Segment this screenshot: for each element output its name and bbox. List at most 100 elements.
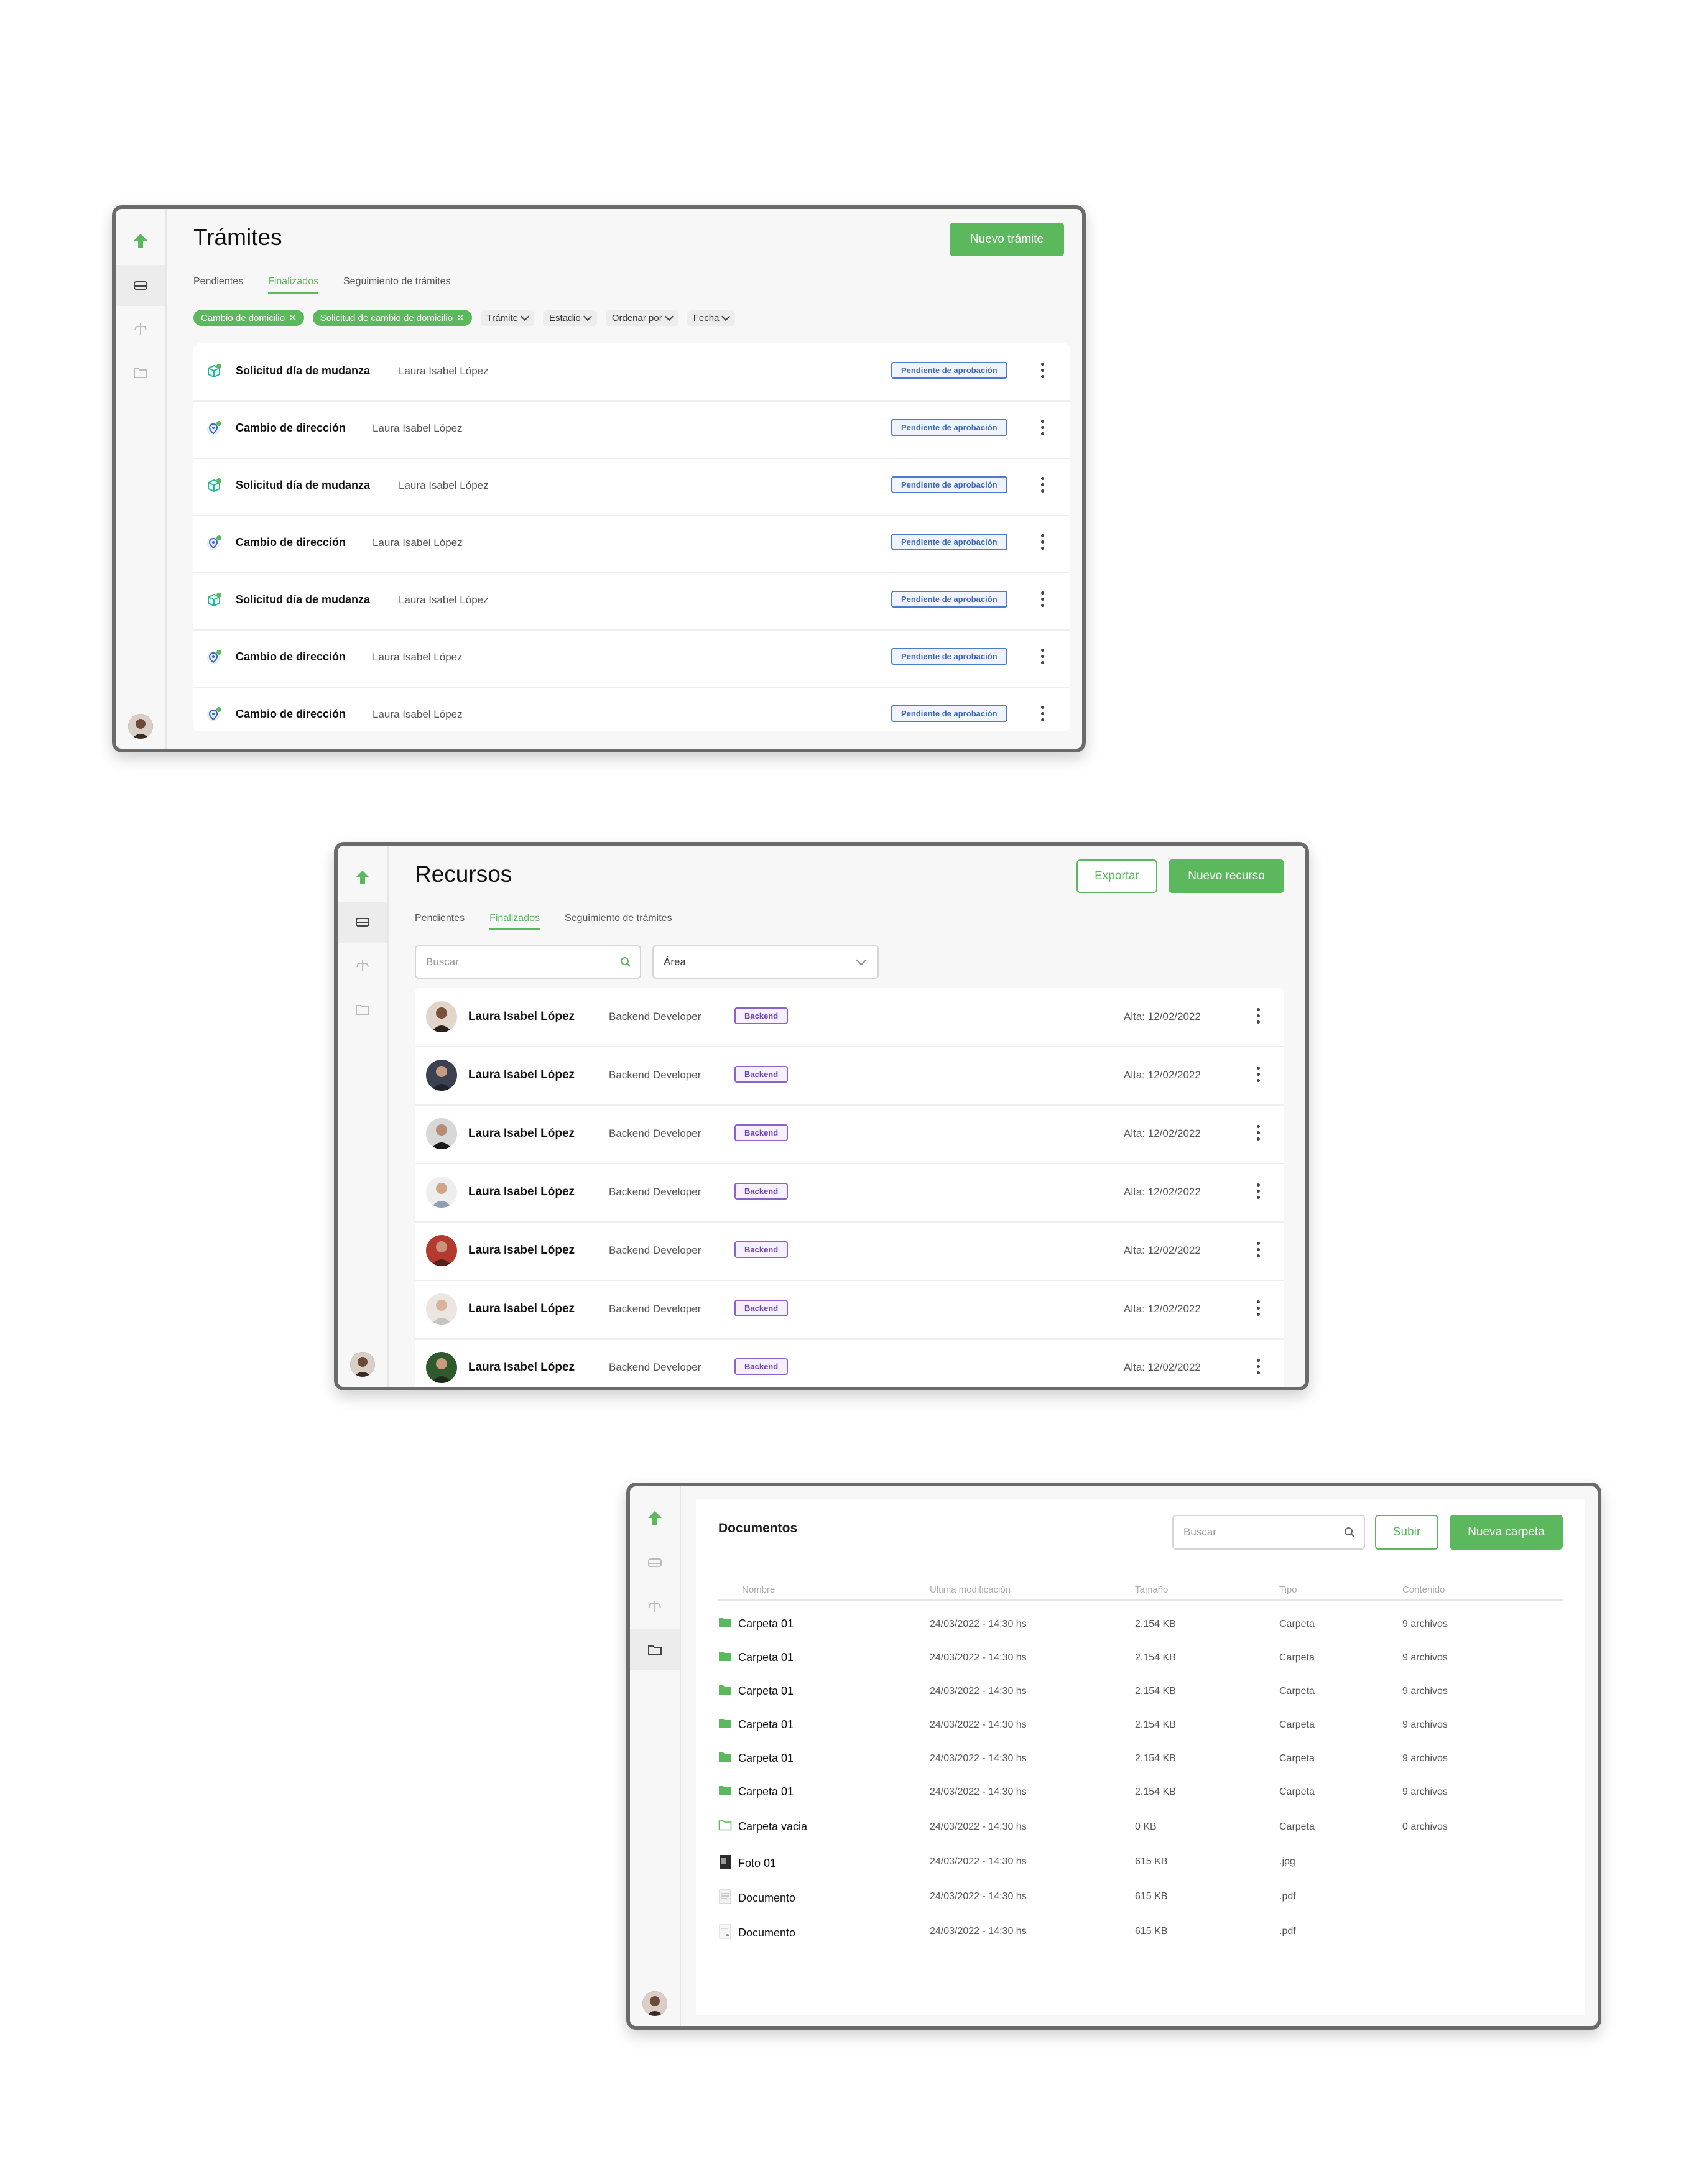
list-item[interactable]: Laura Isabel López Backend Developer Bac… bbox=[415, 1338, 1284, 1387]
resource-role: Backend Developer bbox=[609, 1361, 701, 1373]
sidebar-item-tramites[interactable] bbox=[338, 902, 387, 943]
table-row[interactable]: Carpeta 01 24/03/2022 - 14:30 hs 2.154 K… bbox=[718, 1607, 1563, 1640]
sidebar-item-documentos[interactable] bbox=[630, 1629, 680, 1670]
filter-dropdown[interactable]: Estadío bbox=[542, 310, 597, 326]
avatar bbox=[426, 1352, 457, 1383]
logo-icon[interactable] bbox=[116, 220, 165, 261]
tab-finalizados[interactable]: Finalizados bbox=[489, 913, 540, 930]
table-row[interactable]: Carpeta 01 24/03/2022 - 14:30 hs 2.154 K… bbox=[718, 1640, 1563, 1674]
new-recurso-button[interactable]: Nuevo recurso bbox=[1169, 859, 1284, 893]
new-folder-button[interactable]: Nueva carpeta bbox=[1450, 1515, 1563, 1550]
list-item[interactable]: Solicitud día de mudanza Laura Isabel Ló… bbox=[193, 572, 1070, 631]
file-name: Carpeta 01 bbox=[738, 1685, 794, 1697]
sidebar bbox=[116, 209, 167, 749]
more-icon[interactable] bbox=[1041, 363, 1045, 378]
list-item[interactable]: Laura Isabel López Backend Developer Bac… bbox=[415, 1163, 1284, 1223]
list-item[interactable]: Laura Isabel López Backend Developer Bac… bbox=[415, 1221, 1284, 1281]
search-input[interactable]: Buscar bbox=[415, 945, 641, 979]
chevron-down-icon bbox=[664, 312, 674, 322]
close-icon[interactable]: ✕ bbox=[456, 312, 465, 323]
sidebar-item-recursos[interactable] bbox=[338, 945, 387, 986]
file-name-cell: Foto 01 bbox=[718, 1854, 776, 1872]
tramite-name: Cambio de dirección bbox=[236, 708, 346, 720]
list-item[interactable]: Cambio de dirección Laura Isabel López P… bbox=[193, 629, 1070, 688]
sidebar-item-documentos[interactable] bbox=[338, 989, 387, 1030]
close-icon[interactable]: ✕ bbox=[289, 312, 297, 323]
filter-chip[interactable]: Solicitud de cambio de domicilio ✕ bbox=[312, 310, 472, 326]
more-icon[interactable] bbox=[1041, 534, 1045, 550]
resource-name: Laura Isabel López bbox=[468, 1185, 575, 1198]
list-item[interactable]: Laura Isabel López Backend Developer Bac… bbox=[415, 988, 1284, 1047]
column-header-size[interactable]: Tamaño bbox=[1135, 1585, 1168, 1595]
table-row[interactable]: Carpeta vacia 24/03/2022 - 14:30 hs 0 KB… bbox=[718, 1810, 1563, 1843]
document-file-icon bbox=[718, 1924, 732, 1942]
sidebar-item-recursos[interactable] bbox=[630, 1586, 680, 1627]
list-item[interactable]: Solicitud día de mudanza Laura Isabel Ló… bbox=[193, 343, 1070, 402]
column-header-modified[interactable]: Ultima modificación bbox=[930, 1585, 1011, 1595]
more-icon[interactable] bbox=[1257, 1008, 1261, 1024]
filter-dropdown[interactable]: Trámite bbox=[480, 310, 534, 326]
tramite-name: Solicitud día de mudanza bbox=[236, 479, 371, 491]
size-cell: 2.154 KB bbox=[1135, 1652, 1176, 1663]
sidebar-item-documentos[interactable] bbox=[116, 352, 165, 393]
more-icon[interactable] bbox=[1257, 1125, 1261, 1141]
tab-finalizados[interactable]: Finalizados bbox=[268, 276, 318, 294]
list-item[interactable]: Cambio de dirección Laura Isabel López P… bbox=[193, 400, 1070, 459]
export-button[interactable]: Exportar bbox=[1076, 859, 1157, 893]
more-icon[interactable] bbox=[1257, 1300, 1261, 1316]
avatar[interactable] bbox=[350, 1352, 375, 1377]
list-item[interactable]: Solicitud día de mudanza Laura Isabel Ló… bbox=[193, 458, 1070, 516]
table-row[interactable]: Carpeta 01 24/03/2022 - 14:30 hs 2.154 K… bbox=[718, 1674, 1563, 1708]
search-input[interactable]: Buscar bbox=[1172, 1515, 1365, 1550]
column-header-content[interactable]: Contenido bbox=[1402, 1585, 1445, 1595]
table-row[interactable]: Carpeta 01 24/03/2022 - 14:30 hs 2.154 K… bbox=[718, 1708, 1563, 1741]
logo-icon[interactable] bbox=[630, 1497, 680, 1539]
sidebar-item-tramites[interactable] bbox=[116, 265, 165, 306]
more-icon[interactable] bbox=[1041, 477, 1045, 493]
list-item[interactable]: Laura Isabel López Backend Developer Bac… bbox=[415, 1104, 1284, 1164]
table-row[interactable]: Documento 24/03/2022 - 14:30 hs 615 KB .… bbox=[718, 1879, 1563, 1913]
resource-role: Backend Developer bbox=[609, 1244, 701, 1256]
column-header-type[interactable]: Tipo bbox=[1279, 1585, 1297, 1595]
new-tramite-button[interactable]: Nuevo trámite bbox=[950, 223, 1064, 256]
avatar[interactable] bbox=[128, 714, 153, 739]
list-item[interactable]: Laura Isabel López Backend Developer Bac… bbox=[415, 1280, 1284, 1340]
search-icon bbox=[620, 956, 631, 971]
list-item[interactable]: Laura Isabel López Backend Developer Bac… bbox=[415, 1046, 1284, 1106]
filter-dropdown[interactable]: Fecha bbox=[687, 310, 736, 326]
tab-pendientes[interactable]: Pendientes bbox=[415, 913, 465, 930]
more-icon[interactable] bbox=[1257, 1067, 1261, 1082]
more-icon[interactable] bbox=[1041, 649, 1045, 664]
sidebar-item-tramites[interactable] bbox=[630, 1542, 680, 1583]
logo-icon[interactable] bbox=[338, 857, 387, 898]
more-icon[interactable] bbox=[1041, 591, 1045, 607]
size-cell: 2.154 KB bbox=[1135, 1787, 1176, 1797]
area-select[interactable]: Área bbox=[652, 945, 879, 979]
filter-dropdown[interactable]: Ordenar por bbox=[605, 310, 678, 326]
date-label: Alta: 12/02/2022 bbox=[1124, 1186, 1201, 1198]
resource-name: Laura Isabel López bbox=[468, 1302, 575, 1315]
table-row[interactable]: Documento 24/03/2022 - 14:30 hs 615 KB .… bbox=[718, 1914, 1563, 1948]
avatar[interactable] bbox=[642, 1991, 667, 2016]
tab-pendientes[interactable]: Pendientes bbox=[193, 276, 243, 294]
list-item[interactable]: Cambio de dirección Laura Isabel López P… bbox=[193, 687, 1070, 731]
more-icon[interactable] bbox=[1041, 706, 1045, 721]
list-item[interactable]: Cambio de dirección Laura Isabel López P… bbox=[193, 515, 1070, 573]
more-icon[interactable] bbox=[1257, 1359, 1261, 1374]
file-name: Carpeta 01 bbox=[738, 1718, 794, 1731]
column-header-name[interactable]: Nombre bbox=[742, 1585, 775, 1595]
table-row[interactable]: Carpeta 01 24/03/2022 - 14:30 hs 2.154 K… bbox=[718, 1741, 1563, 1775]
tag-badge: Backend bbox=[734, 1007, 789, 1024]
tab-seguimiento[interactable]: Seguimiento de trámites bbox=[343, 276, 451, 294]
filter-chip[interactable]: Cambio de domicilio ✕ bbox=[193, 310, 304, 326]
tab-seguimiento[interactable]: Seguimiento de trámites bbox=[565, 913, 672, 930]
type-cell: Carpeta bbox=[1279, 1619, 1315, 1629]
sidebar-item-recursos[interactable] bbox=[116, 308, 165, 349]
table-row[interactable]: Carpeta 01 24/03/2022 - 14:30 hs 2.154 K… bbox=[718, 1775, 1563, 1808]
more-icon[interactable] bbox=[1041, 420, 1045, 435]
folder-filled-icon bbox=[718, 1617, 732, 1631]
table-row[interactable]: Foto 01 24/03/2022 - 14:30 hs 615 KB .jp… bbox=[718, 1844, 1563, 1878]
upload-button[interactable]: Subir bbox=[1375, 1515, 1438, 1550]
more-icon[interactable] bbox=[1257, 1242, 1261, 1257]
more-icon[interactable] bbox=[1257, 1183, 1261, 1199]
